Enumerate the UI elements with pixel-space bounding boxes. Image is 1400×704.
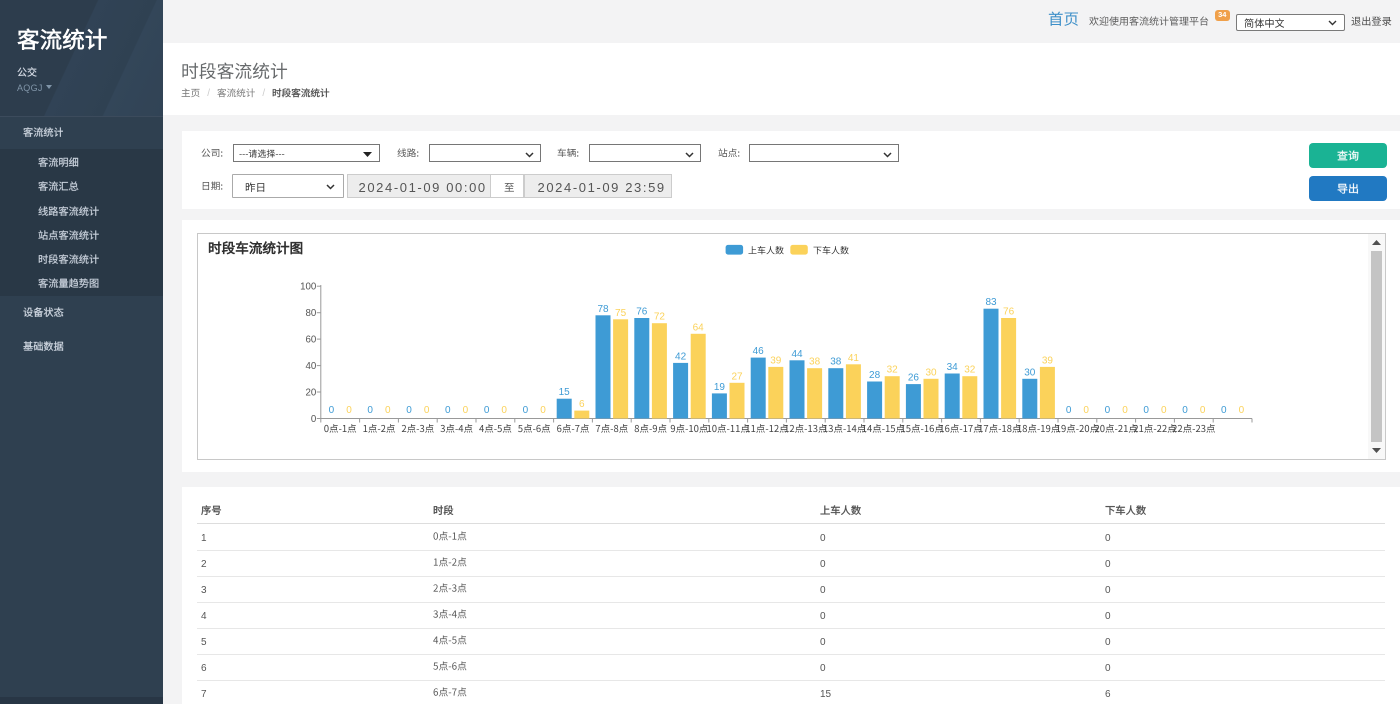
svg-text:0: 0 bbox=[1182, 405, 1188, 416]
svg-text:0: 0 bbox=[311, 414, 317, 425]
svg-text:41: 41 bbox=[848, 353, 860, 364]
svg-text:0: 0 bbox=[424, 405, 430, 416]
svg-text:75: 75 bbox=[615, 308, 627, 319]
svg-text:27: 27 bbox=[731, 371, 743, 382]
svg-text:0: 0 bbox=[1239, 405, 1245, 416]
svg-text:0: 0 bbox=[406, 405, 412, 416]
svg-text:80: 80 bbox=[306, 308, 317, 319]
svg-text:0: 0 bbox=[1066, 405, 1072, 416]
svg-text:76: 76 bbox=[636, 307, 648, 318]
svg-text:0: 0 bbox=[1200, 405, 1206, 416]
svg-text:0: 0 bbox=[1161, 405, 1167, 416]
svg-text:28: 28 bbox=[869, 370, 881, 381]
svg-text:78: 78 bbox=[597, 304, 609, 315]
svg-text:72: 72 bbox=[654, 312, 666, 323]
svg-text:0: 0 bbox=[1221, 405, 1227, 416]
svg-text:0: 0 bbox=[385, 405, 391, 416]
svg-text:0: 0 bbox=[445, 405, 451, 416]
svg-text:0: 0 bbox=[523, 405, 529, 416]
svg-text:19: 19 bbox=[714, 382, 726, 393]
svg-text:32: 32 bbox=[887, 365, 899, 376]
svg-text:44: 44 bbox=[791, 349, 803, 360]
svg-text:34: 34 bbox=[947, 362, 959, 373]
svg-text:60: 60 bbox=[306, 335, 317, 346]
svg-text:76: 76 bbox=[1003, 307, 1015, 318]
svg-text:40: 40 bbox=[306, 361, 317, 372]
svg-text:0: 0 bbox=[367, 405, 373, 416]
svg-text:6: 6 bbox=[579, 399, 585, 410]
svg-text:0: 0 bbox=[1105, 405, 1111, 416]
svg-text:42: 42 bbox=[675, 351, 687, 362]
svg-text:100: 100 bbox=[300, 282, 317, 293]
svg-text:0: 0 bbox=[1143, 405, 1149, 416]
svg-text:0: 0 bbox=[346, 405, 352, 416]
svg-text:26: 26 bbox=[908, 373, 920, 384]
svg-text:0: 0 bbox=[1083, 405, 1089, 416]
svg-text:0: 0 bbox=[501, 405, 507, 416]
svg-text:20: 20 bbox=[306, 387, 317, 398]
svg-text:0: 0 bbox=[1122, 405, 1128, 416]
svg-text:46: 46 bbox=[753, 346, 765, 357]
svg-text:0: 0 bbox=[329, 405, 335, 416]
svg-text:64: 64 bbox=[693, 322, 705, 333]
svg-text:38: 38 bbox=[830, 357, 842, 368]
svg-text:39: 39 bbox=[1042, 355, 1054, 366]
svg-text:30: 30 bbox=[1024, 367, 1036, 378]
svg-text:38: 38 bbox=[809, 357, 821, 368]
svg-text:30: 30 bbox=[925, 367, 937, 378]
svg-text:39: 39 bbox=[770, 355, 782, 366]
svg-text:0: 0 bbox=[540, 405, 546, 416]
svg-text:15: 15 bbox=[559, 387, 571, 398]
svg-text:83: 83 bbox=[985, 297, 997, 308]
svg-text:0: 0 bbox=[463, 405, 469, 416]
svg-text:32: 32 bbox=[964, 365, 976, 376]
svg-text:0: 0 bbox=[484, 405, 490, 416]
